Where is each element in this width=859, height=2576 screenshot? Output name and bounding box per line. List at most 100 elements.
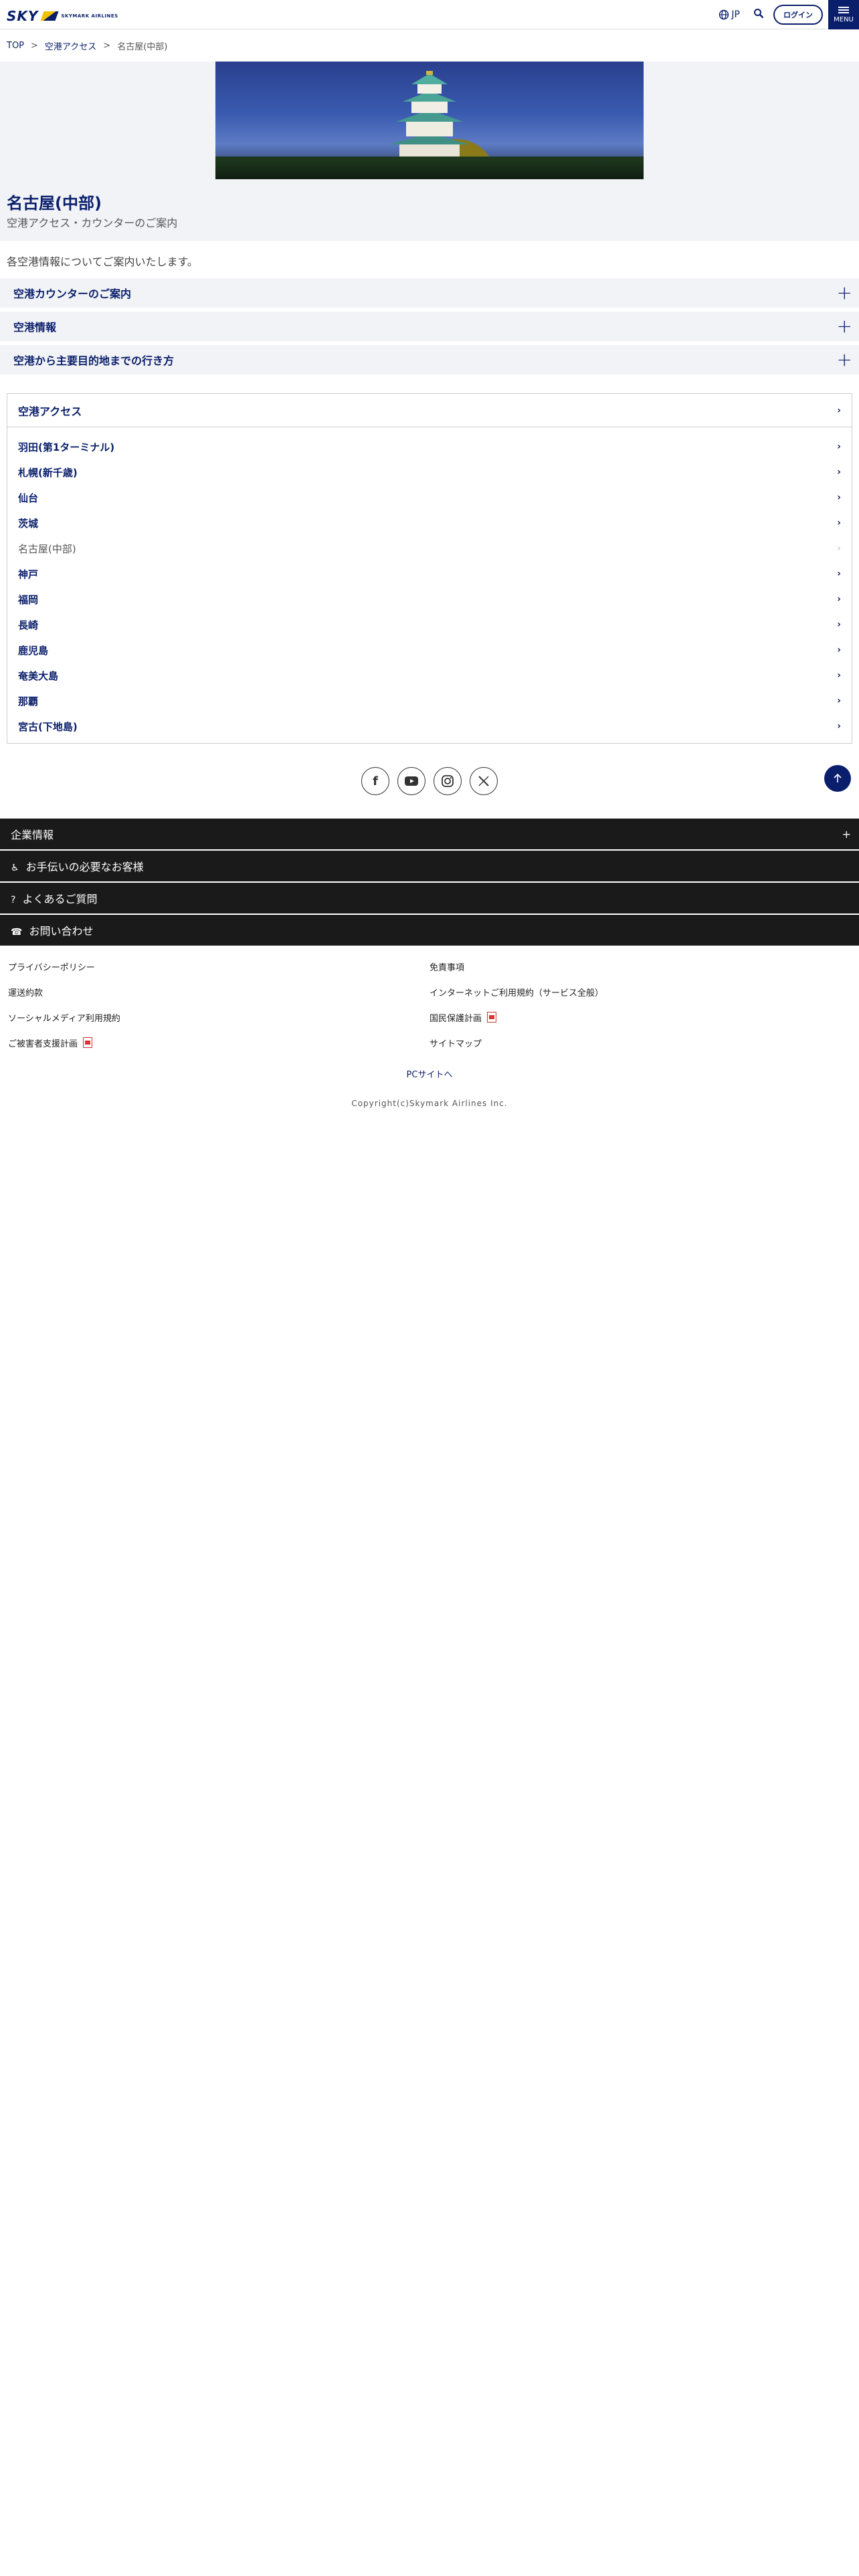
pdf-icon [487,1012,497,1023]
language-label: JP [731,9,740,20]
menu-label: MENU [834,15,854,23]
airport-item-kagoshima[interactable]: 鹿児島 › [7,637,852,663]
plus-icon: + [836,282,852,304]
airport-item-sapporo[interactable]: 札幌(新千歳) › [7,459,852,485]
airport-access-link[interactable]: 空港アクセス › [7,394,852,427]
airport-item-nagoya-current: 名古屋(中部) › [7,536,852,561]
link-label: サイトマップ [430,1039,482,1049]
footer-link-sitemap[interactable]: サイトマップ [430,1030,851,1055]
footer-link-conditions-of-carriage[interactable]: 運送約款 [8,979,430,1004]
footer-bar-row: ♿ お手伝いの必要なお客様 [11,858,144,874]
airport-label: 名古屋(中部) [18,542,76,555]
link-label: インターネットご利用規約（サービス全般） [430,988,604,998]
wheelchair-icon: ♿ [11,863,19,873]
nagoya-castle-image [215,62,644,179]
accordion-airport-counter[interactable]: 空港カウンターのご案内 + [0,278,859,308]
airport-item-haneda[interactable]: 羽田(第1ターミナル) › [7,434,852,459]
airport-item-ibaraki[interactable]: 茨城 › [7,510,852,536]
chevron-right-icon: › [837,543,841,554]
airport-label: 神戸 [18,568,39,580]
airport-item-nagasaki[interactable]: 長崎 › [7,612,852,637]
accordion-airport-info[interactable]: 空港情報 + [0,312,859,341]
airport-item-kobe[interactable]: 神戸 › [7,561,852,586]
link-label: 免責事項 [430,962,465,973]
castle-illustration [389,71,470,163]
airport-nav-box: 空港アクセス › 羽田(第1ターミナル) › 札幌(新千歳) › 仙台 › 茨城 › 名… [7,393,852,744]
breadcrumb: TOP > 空港アクセス > 名古屋(中部) [0,29,859,62]
airport-label: 那覇 [18,695,39,708]
breadcrumb-separator: > [31,40,38,51]
footer-link-privacy[interactable]: プライバシーポリシー [8,954,430,979]
airport-label: 宮古(下地島) [18,720,78,733]
airport-label: 仙台 [18,492,39,504]
footer-bar-row: ? よくあるご質問 [11,890,97,906]
logo-brand: SKYMARK AIRLINES [61,13,118,19]
link-label: ご被害者支援計画 [8,1039,78,1049]
breadcrumb-airport-access[interactable]: 空港アクセス [45,39,96,52]
scroll-top-button[interactable] [824,765,851,792]
phone-icon: ☎ [11,927,23,938]
footer-link-victim-support[interactable]: ご被害者支援計画 [8,1030,430,1055]
pdf-icon [83,1037,93,1048]
airport-item-amami[interactable]: 奄美大島 › [7,663,852,688]
plus-icon: + [842,827,851,841]
footer-bars: 企業情報 + ♿ お手伝いの必要なお客様 ? よくあるご質問 ☎ お問い合わせ [0,819,859,947]
search-button[interactable] [753,8,764,21]
footer-bar-assistance[interactable]: ♿ お手伝いの必要なお客様 [0,851,859,883]
footer-bar-contact[interactable]: ☎ お問い合わせ [0,915,859,947]
accordion-label: 空港情報 [13,321,57,334]
airport-label: 長崎 [18,619,39,631]
footer-link-internet-terms[interactable]: インターネットご利用規約（サービス全般） [430,979,851,1004]
logo-text: SKY [7,8,39,24]
accordion-label: 空港から主要目的地までの行き方 [13,354,175,367]
chevron-right-icon: › [837,594,841,605]
language-switch[interactable]: JP [719,9,740,20]
chevron-right-icon: › [837,568,841,579]
pc-site-link[interactable]: PCサイトへ [0,1067,859,1080]
link-label: プライバシーポリシー [8,962,95,973]
footer-bar-label: お問い合わせ [29,925,94,938]
plus-icon: + [836,348,852,370]
airport-label: 鹿児島 [18,644,49,657]
accordion-label: 空港カウンターのご案内 [13,288,132,300]
footer-link-civil-protection[interactable]: 国民保護計画 [430,1004,851,1030]
search-icon [754,9,764,19]
youtube-icon[interactable] [397,767,425,795]
breadcrumb-top[interactable]: TOP [7,41,24,51]
chevron-right-icon: › [837,645,841,655]
facebook-icon[interactable]: f [361,767,389,795]
accordion-directions[interactable]: 空港から主要目的地までの行き方 + [0,345,859,374]
footer-bar-label: よくあるご質問 [22,893,98,905]
menu-button[interactable]: MENU [828,0,859,29]
copyright: Copyright(c)Skymark Airlines Inc. [351,1099,508,1108]
footer-bar-faq[interactable]: ? よくあるご質問 [0,883,859,915]
airport-item-sendai[interactable]: 仙台 › [7,485,852,510]
airport-item-miyako[interactable]: 宮古(下地島) › [7,714,852,739]
chevron-right-icon: › [837,492,841,503]
globe-icon [719,9,729,20]
footer-link-social-media-terms[interactable]: ソーシャルメディア利用規約 [8,1004,430,1030]
airport-label: 札幌(新千歳) [18,466,78,479]
airport-item-naha[interactable]: 那覇 › [7,688,852,714]
airport-list: 羽田(第1ターミナル) › 札幌(新千歳) › 仙台 › 茨城 › 名古屋(中部) › 神… [7,427,852,743]
hamburger-icon [838,6,849,13]
chevron-right-icon: › [837,695,841,706]
footer-bar-company-info[interactable]: 企業情報 + [0,819,859,851]
chevron-right-icon: › [837,721,841,732]
link-label: 運送約款 [8,988,43,998]
footer-links: プライバシーポリシー 免責事項 運送約款 インターネットご利用規約（サービス全般… [0,947,859,1055]
login-button[interactable]: ログイン [773,5,823,25]
chevron-right-icon: › [837,518,841,528]
instagram-icon[interactable] [434,767,462,795]
chevron-right-icon: › [837,670,841,681]
x-twitter-icon[interactable] [470,767,498,795]
header-actions: JP ログイン MENU [719,0,859,29]
airport-item-fukuoka[interactable]: 福岡 › [7,586,852,612]
link-label: 国民保護計画 [430,1013,482,1024]
airport-access-heading: 空港アクセス [18,405,82,418]
chevron-right-icon: › [837,619,841,630]
page-subtitle: 空港アクセス・カウンターのご案内 [7,217,178,229]
footer-link-disclaimer[interactable]: 免責事項 [430,954,851,979]
skymark-logo[interactable]: SKY SKYMARK AIRLINES [7,8,118,24]
airport-label: 羽田(第1ターミナル) [18,441,115,453]
